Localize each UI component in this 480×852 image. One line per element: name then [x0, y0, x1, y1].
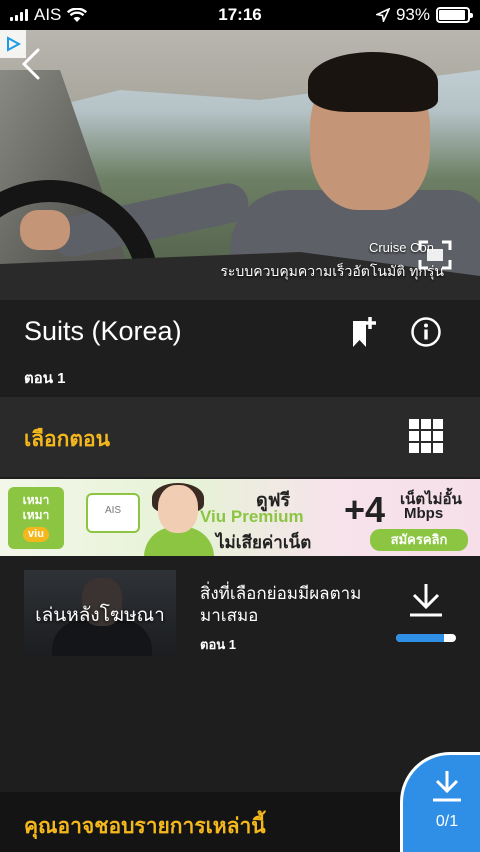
downloads-count: 0/1 [435, 813, 459, 830]
banner-speed-2: Mbps [404, 505, 444, 522]
battery-percent: 93% [395, 5, 430, 24]
episode-thumbnail[interactable]: เล่นหลังโฆษณา [24, 570, 176, 656]
downloads-button[interactable]: 0/1 [400, 752, 480, 852]
banner-line-2: Viu Premium [200, 507, 304, 526]
battery-level [439, 10, 466, 20]
show-title: Suits (Korea) [24, 316, 182, 346]
episode-selector[interactable]: เลือกตอน [0, 397, 480, 477]
show-header: Suits (Korea) ตอน 1 [0, 300, 480, 397]
location-arrow-icon [375, 8, 390, 22]
banner-line-3: ไม่เสียค่าเน็ต [216, 533, 312, 552]
video-subtitle-bottom: ระบบควบคุมความเร็วอัตโนมัติ ทุกรุ่น [220, 263, 444, 279]
status-right: 93% [375, 5, 473, 25]
banner-cta-button[interactable]: สมัครคลิก [370, 529, 468, 551]
episode-selector-label: เลือกตอน [24, 428, 110, 451]
battery-icon [436, 7, 473, 23]
episode-list-item[interactable]: เล่นหลังโฆษณา สิ่งที่เลือกย่อมมีผลตาม มา… [0, 570, 480, 660]
grid-icon[interactable] [409, 419, 443, 453]
status-left: AIS [10, 5, 88, 25]
info-icon[interactable] [410, 316, 442, 348]
back-arrow-icon[interactable] [16, 46, 46, 82]
episode-thumbnail-label: เล่นหลังโฆษณา [35, 605, 165, 626]
banner-plus: +4 [344, 489, 386, 530]
download-progress-bar [396, 634, 456, 642]
banner-logo-text-1: เหมา [22, 493, 50, 507]
video-player[interactable]: Cruise Con ระบบควบคุมความเร็วอัตโนมัติ ท… [0, 30, 480, 300]
banner-logo-text-2: เหมา [22, 508, 50, 522]
promo-banner[interactable]: เหมา เหมา viu AIS ดูฟรี Viu Premium ไม่เ… [0, 479, 480, 556]
fullscreen-icon[interactable] [418, 240, 452, 270]
wifi-icon [67, 7, 88, 22]
status-bar: AIS 17:16 93% [0, 0, 480, 30]
bookmark-add-icon[interactable] [350, 315, 378, 349]
episode-number: ตอน 1 [200, 637, 236, 652]
episode-title-line-2: มาเสมอ [200, 606, 259, 625]
signal-icon [10, 9, 28, 21]
clock: 17:16 [218, 5, 262, 24]
banner-phone-image: AIS [86, 493, 140, 533]
download-icon [433, 771, 461, 802]
recommendations-label: คุณอาจชอบรายการเหล่านี้ [24, 815, 266, 838]
download-progress-fill [396, 634, 444, 642]
current-episode-label: ตอน 1 [24, 370, 66, 387]
carrier-label: AIS [34, 5, 62, 24]
banner-viu-logo: viu [23, 527, 49, 542]
download-icon[interactable] [408, 582, 444, 618]
banner-logo: เหมา เหมา viu [8, 487, 64, 549]
